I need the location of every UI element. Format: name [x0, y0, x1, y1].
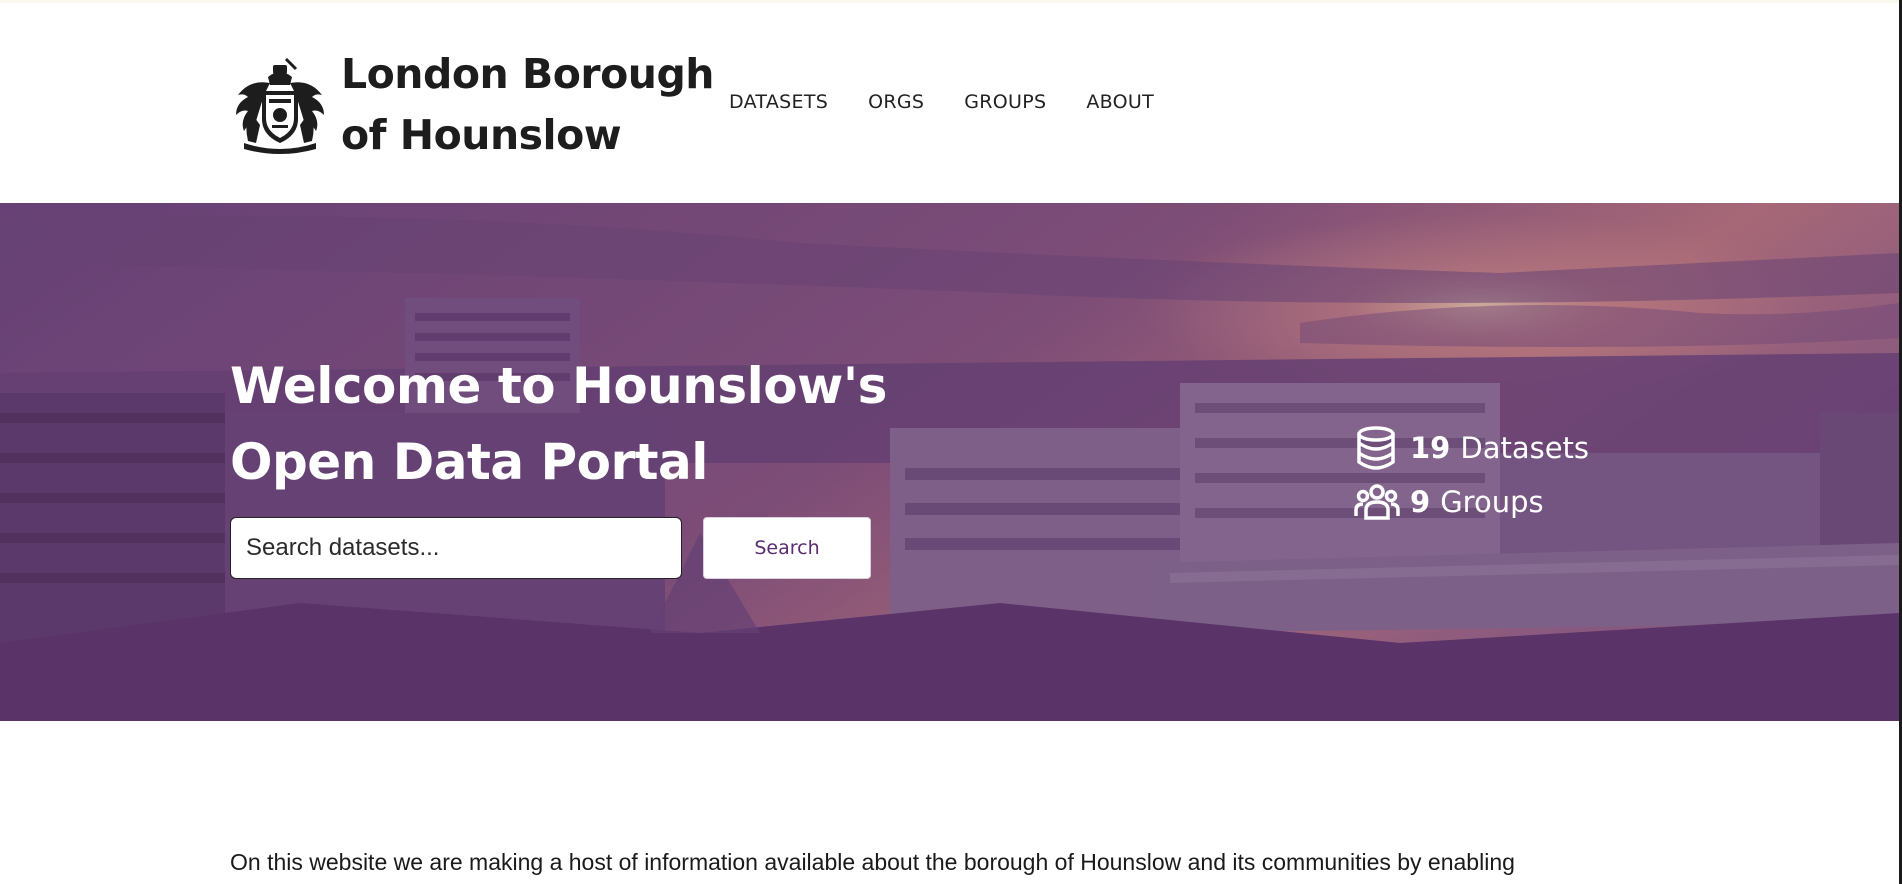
hero-banner: Welcome to Hounslow's Open Data Portal S… [0, 203, 1899, 721]
portal-stats: 19 Datasets 9 Groups [1354, 426, 1589, 524]
search-form: Search [230, 517, 871, 579]
search-button[interactable]: Search [703, 517, 871, 579]
intro-paragraph: On this website we are making a host of … [230, 849, 1515, 875]
search-input[interactable] [230, 517, 682, 579]
datasets-label: Datasets [1460, 431, 1590, 465]
borough-crest-icon [236, 57, 324, 154]
logo-line-1: London Borough [341, 50, 715, 98]
nav-groups[interactable]: GROUPS [964, 91, 1046, 113]
nav-about[interactable]: ABOUT [1086, 91, 1154, 113]
nav-orgs[interactable]: ORGS [868, 91, 924, 113]
stat-groups[interactable]: 9 Groups [1354, 480, 1589, 524]
groups-count: 9 [1410, 485, 1431, 519]
main-nav: DATASETS ORGS GROUPS ABOUT [729, 91, 1154, 113]
hero-title: Welcome to Hounslow's Open Data Portal [230, 348, 887, 500]
logo-text: London Borough of Hounslow [341, 44, 715, 166]
site-header: London Borough of Hounslow DATASETS ORGS… [0, 3, 1899, 203]
groups-label: Groups [1440, 485, 1544, 519]
site-logo-link[interactable]: London Borough of Hounslow [230, 50, 715, 159]
nav-datasets[interactable]: DATASETS [729, 91, 828, 113]
hero-title-line-2: Open Data Portal [230, 433, 708, 491]
datasets-count: 19 [1410, 431, 1451, 465]
hero-title-line-1: Welcome to Hounslow's [230, 357, 887, 415]
database-icon [1357, 426, 1395, 470]
logo-line-2: of Hounslow [341, 111, 622, 159]
users-group-icon [1354, 484, 1400, 520]
stat-datasets[interactable]: 19 Datasets [1354, 426, 1589, 470]
